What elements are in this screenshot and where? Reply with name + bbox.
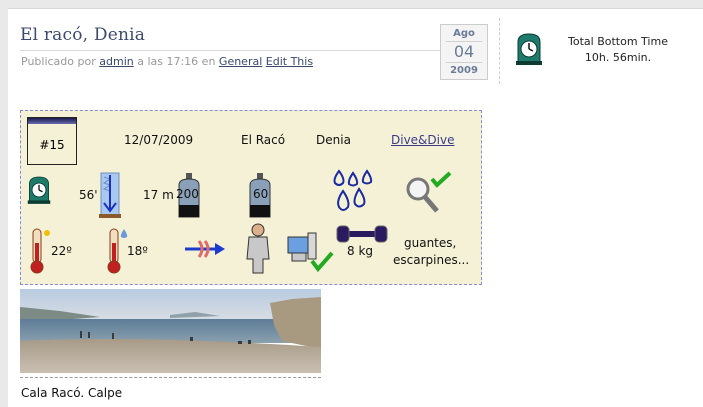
clock-icon — [516, 33, 542, 65]
total-bottom-time-label: Total Bottom Time — [568, 35, 668, 48]
depth-icon — [99, 172, 121, 218]
beach-photo[interactable] — [20, 289, 321, 373]
title-divider — [20, 50, 440, 51]
top-divider — [8, 8, 703, 9]
dive-number-badge: #15 — [27, 117, 77, 165]
search-check-icon — [406, 171, 452, 213]
gear-line-2: escarpines... — [393, 253, 470, 267]
category-link[interactable]: General — [219, 55, 262, 68]
dive-club-link[interactable]: Dive&Dive — [391, 133, 454, 147]
computer-check-icon — [287, 232, 334, 273]
edit-link[interactable]: Edit This — [266, 55, 313, 68]
total-bottom-time-value: 10h. 56min. — [584, 51, 652, 64]
date-day: 04 — [446, 41, 482, 63]
dive-site: El Racó — [241, 133, 286, 147]
dive-duration: 56' — [79, 188, 98, 202]
air-temperature: 22º — [51, 244, 72, 258]
weight-belt-icon — [336, 225, 388, 243]
meta-prefix: Publicado por — [21, 55, 96, 68]
post-title[interactable]: El racó, Denia — [20, 25, 145, 45]
date-month: Ago — [453, 28, 475, 39]
post-date-badge: Ago 04 2009 — [440, 24, 488, 80]
clock-icon — [27, 176, 51, 204]
water-thermometer-icon — [107, 228, 128, 274]
dive-depth: 17 m — [143, 188, 174, 202]
photo-caption: Cala Racó. Calpe — [21, 386, 123, 400]
dive-date: 12/07/2009 — [124, 133, 194, 147]
meta-time: a las 17:16 en — [137, 55, 216, 68]
dive-location: Denia — [316, 133, 351, 147]
post-meta: Publicado por admin a las 17:16 en Gener… — [21, 55, 313, 68]
dive-number: #15 — [39, 138, 65, 152]
tank-pressure-end: 60 — [253, 187, 269, 201]
water-temperature: 18º — [127, 244, 148, 258]
tank-pressure-start: 200 — [176, 187, 199, 201]
diver-suit-icon — [246, 223, 270, 274]
badge-header-bar — [28, 118, 76, 124]
photo-divider — [20, 377, 321, 378]
sidebar-divider — [499, 18, 500, 84]
gear-line-1: guantes, — [404, 236, 457, 250]
air-thermometer-icon — [30, 228, 50, 274]
author-link[interactable]: admin — [99, 55, 133, 68]
water-drops-icon — [333, 169, 373, 211]
date-year: 2009 — [450, 65, 478, 76]
weights: 8 kg — [347, 244, 374, 258]
dive-log-card: #15 12/07/2009 El Racó Denia Dive&Dive 5… — [20, 110, 482, 285]
total-bottom-time: Total Bottom Time 10h. 56min. — [552, 34, 684, 66]
current-icon — [185, 240, 225, 258]
